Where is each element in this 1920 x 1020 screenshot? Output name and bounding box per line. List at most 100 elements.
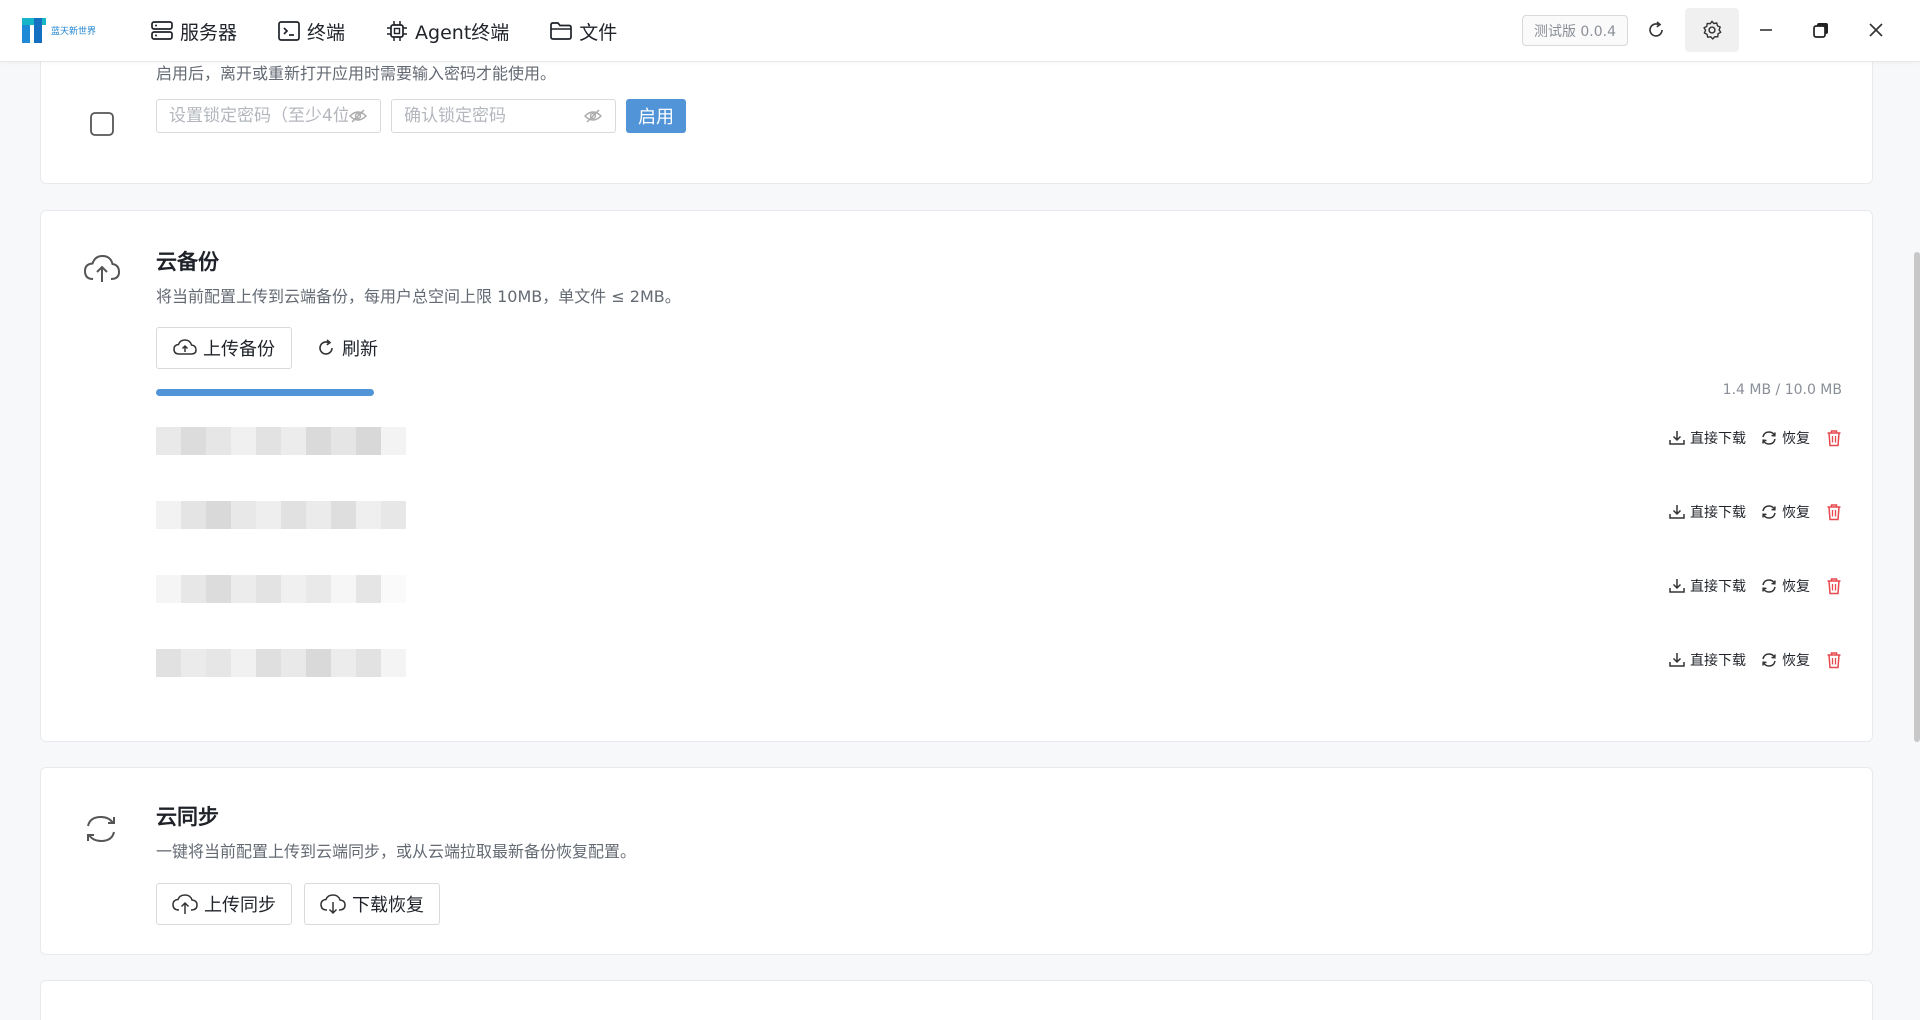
download-restore-label: 下载恢复 [352,895,424,916]
backup-filename-redacted [156,427,406,455]
next-settings-card [40,980,1873,1020]
logo-text: 蓝天新世界 [51,25,97,36]
restore-backup-button[interactable]: 恢复 [1760,650,1810,670]
nav-terminal-label: 终端 [307,21,346,44]
nav-agent-terminal-label: Agent终端 [415,21,510,44]
reload-button[interactable] [1629,8,1683,52]
backup-row: 直接下载 恢复 [156,421,1846,461]
minimize-button[interactable] [1739,8,1793,52]
restore-backup-button[interactable]: 恢复 [1760,576,1810,596]
server-icon [151,21,173,40]
download-icon [1669,579,1685,593]
reload-icon [1649,21,1663,37]
nav-servers-label: 服务器 [180,21,238,44]
direct-download-button[interactable]: 直接下载 [1668,576,1746,596]
restore-label: 恢复 [1782,505,1810,521]
restore-label: 恢复 [1782,653,1810,669]
vertical-scrollbar[interactable] [1914,252,1920,742]
backup-row-actions: 直接下载 恢复 [1654,428,1846,448]
refresh-icon [319,339,333,355]
backup-filename-redacted [156,575,406,603]
direct-download-label: 直接下载 [1690,431,1746,447]
enable-lock-button[interactable]: 启用 [626,99,686,133]
download-icon [1669,431,1685,445]
nav-files[interactable]: 文件 [549,16,617,46]
cloud-sync-title: 云同步 [156,805,219,829]
gear-icon [1703,20,1722,40]
restore-label: 恢复 [1782,431,1810,447]
lock-confirm-input[interactable] [404,106,583,126]
title-bar: 蓝天新世界 服务器 终端 Agent终端 文件 测试版 0.0.4 [0,0,1920,62]
delete-backup-button[interactable] [1826,429,1846,447]
trash-icon [1827,504,1841,521]
upload-backup-button[interactable]: 上传备份 [156,327,292,369]
storage-usage-text: 1.4 MB / 10.0 MB [1722,382,1842,398]
backup-row-actions: 直接下载 恢复 [1654,502,1846,522]
trash-icon [1827,652,1841,669]
backup-row: 直接下载 恢复 [156,495,1846,535]
eye-off-icon[interactable] [348,108,368,124]
backup-row-actions: 直接下载 恢复 [1654,650,1846,670]
backup-row-actions: 直接下载 恢复 [1654,576,1846,596]
checkbox-icon[interactable] [89,111,115,137]
download-icon [1669,653,1685,667]
backup-row: 直接下载 恢复 [156,643,1846,683]
app-lock-card: 启用后，离开或重新打开应用时需要输入密码才能使用。 启用 [40,62,1873,184]
cloud-sync-card: 云同步 一键将当前配置上传到云端同步，或从云端拉取最新备份恢复配置。 上传同步 … [40,767,1873,955]
cloud-backup-title: 云备份 [156,250,219,274]
storage-progress-fill [156,389,374,396]
close-icon [1869,23,1883,37]
restore-icon [1762,505,1776,519]
settings-content[interactable]: 启用后，离开或重新打开应用时需要输入密码才能使用。 启用 云备份 将当前配置上传… [0,62,1920,1020]
cloud-download-icon [320,894,346,915]
backup-row: 直接下载 恢复 [156,569,1846,609]
restore-backup-button[interactable]: 恢复 [1760,428,1810,448]
restore-icon [1762,653,1776,667]
app-lock-desc: 启用后，离开或重新打开应用时需要输入密码才能使用。 [156,64,557,83]
delete-backup-button[interactable] [1826,651,1846,669]
direct-download-label: 直接下载 [1690,579,1746,595]
logo-mark-icon [20,15,46,45]
folder-icon [550,22,573,40]
nav-servers[interactable]: 服务器 [150,16,237,46]
restore-label: 恢复 [1782,579,1810,595]
minimize-icon [1760,29,1772,31]
app-logo: 蓝天新世界 [20,15,96,45]
restore-backup-button[interactable]: 恢复 [1760,502,1810,522]
delete-backup-button[interactable] [1826,577,1846,595]
sync-icon [87,815,115,843]
nav-terminal[interactable]: 终端 [277,16,345,46]
backup-filename-redacted [156,649,406,677]
trash-icon [1827,430,1841,447]
download-restore-button[interactable]: 下载恢复 [304,883,440,925]
restore-icon [1762,579,1776,593]
upload-sync-button[interactable]: 上传同步 [156,883,292,925]
direct-download-label: 直接下载 [1690,653,1746,669]
upload-backup-label: 上传备份 [203,339,275,360]
direct-download-button[interactable]: 直接下载 [1668,428,1746,448]
refresh-button[interactable]: 刷新 [316,327,378,369]
upload-sync-label: 上传同步 [204,895,276,916]
close-button[interactable] [1849,8,1903,52]
eye-off-icon[interactable] [583,108,603,124]
storage-progress [156,389,374,396]
lock-password-input[interactable] [169,106,348,126]
direct-download-label: 直接下载 [1690,505,1746,521]
restore-window-button[interactable] [1794,8,1848,52]
cloud-backup-desc: 将当前配置上传到云端备份，每用户总空间上限 10MB，单文件 ≤ 2MB。 [156,287,681,306]
cloud-upload-icon [83,254,121,282]
refresh-label: 刷新 [342,339,378,360]
cloud-sync-desc: 一键将当前配置上传到云端同步，或从云端拉取最新备份恢复配置。 [156,842,637,861]
cloud-upload-icon [172,894,198,914]
settings-button[interactable] [1685,8,1739,52]
delete-backup-button[interactable] [1826,503,1846,521]
trash-icon [1827,578,1841,595]
nav-agent-terminal[interactable]: Agent终端 [385,16,509,46]
direct-download-button[interactable]: 直接下载 [1668,502,1746,522]
main-nav: 服务器 终端 Agent终端 文件 [150,16,657,46]
backup-filename-redacted [156,501,406,529]
lock-confirm-field[interactable] [391,99,616,133]
version-badge: 测试版 0.0.4 [1522,15,1628,46]
direct-download-button[interactable]: 直接下载 [1668,650,1746,670]
lock-password-field[interactable] [156,99,381,133]
